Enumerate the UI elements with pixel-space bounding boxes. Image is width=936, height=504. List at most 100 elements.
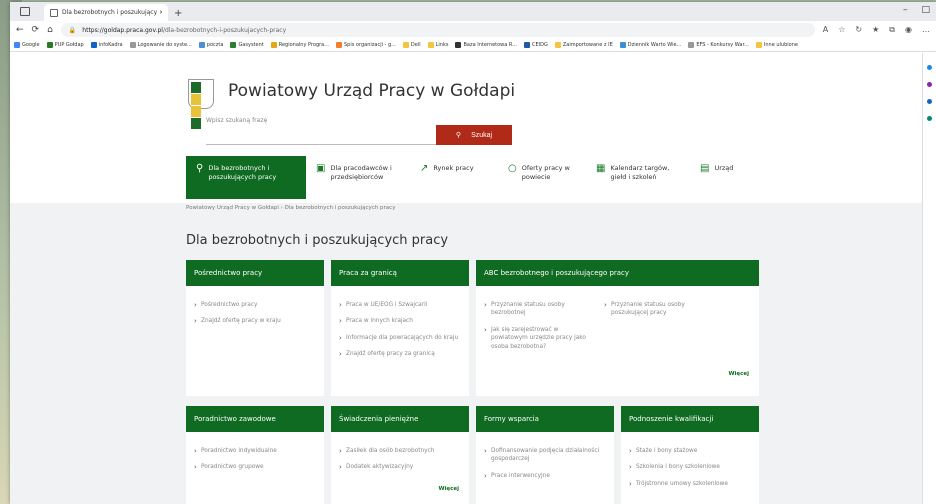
edge-sidebar [922, 53, 936, 504]
search-icon: ⚲ [455, 132, 462, 139]
card-title[interactable]: Poradnictwo zawodowe [186, 406, 324, 432]
nav-item-employers[interactable]: ▣ Dla pracodawców i przedsiębiorców [306, 156, 410, 199]
bookmark-item[interactable]: Google [14, 42, 40, 48]
sidebar-search-icon[interactable] [927, 65, 932, 70]
bookmark-item[interactable]: Spis organizacji - g... [336, 42, 396, 48]
lock-icon: 🔒 [68, 26, 77, 34]
list-item[interactable]: Trójstronne umowy szkoleniowe [629, 479, 751, 490]
card-placement: Pośrednictwo pracy Pośrednictwo pracy Zn… [186, 260, 324, 396]
list-item[interactable]: Prace interwencyjne [484, 471, 606, 482]
list-item[interactable]: Informacje dla powracających do kraju [339, 333, 461, 344]
bookmark-item[interactable]: poczta [198, 42, 223, 48]
url-text: https://goldap.praca.gov.pl/dla-bezrobot… [82, 26, 287, 34]
card-title[interactable]: ABC bezrobotnego i poszukującego pracy [476, 260, 759, 286]
bookmark-item[interactable]: CEIDG [523, 42, 548, 48]
toolbar-actions: A ☆ ↻ ★ ⧉ ◉ … [823, 25, 930, 35]
list-item[interactable]: Szkolenia i bony szkoleniowe [629, 462, 751, 473]
nav-label: Urząd [714, 164, 734, 172]
more-link[interactable]: Więcej [438, 486, 459, 492]
bookmark-item[interactable]: EFS - Konkursy War... [688, 42, 749, 48]
nav-item-unemployed[interactable]: ⚲ Dla bezrobotnych i poszukujących pracy [186, 156, 306, 199]
collections-icon[interactable]: ⧉ [889, 25, 895, 35]
bookmark-item[interactable]: Dziennik Warto Wie... [619, 42, 681, 48]
refresh-page-icon[interactable]: ↻ [855, 25, 862, 35]
nav-label: przedsiębiorców [330, 173, 384, 182]
list-item[interactable]: Poradnictwo indywidualne [194, 446, 316, 457]
list-item[interactable]: Przyznanie statusu osoby bezrobotnej [484, 300, 588, 318]
search-label: Wpisz szukaną frazę [206, 117, 268, 124]
card-career-counseling: Poradnictwo zawodowe Poradnictwo indywid… [186, 406, 324, 504]
nav-label: giełd i szkoleń [610, 173, 657, 182]
nav-item-labour-market[interactable]: ↗ Rynek pracy [410, 156, 498, 199]
nav-label: Dla pracodawców i [330, 164, 392, 172]
read-aloud-icon[interactable]: A [823, 25, 828, 35]
bookmark-item[interactable]: Inne ulubione [755, 42, 798, 48]
list-item[interactable]: Jak się zarejestrować w powiatowym urzęd… [484, 325, 588, 351]
nav-item-office[interactable]: ▤ Urząd [690, 156, 750, 199]
site-title[interactable]: Powiatowy Urząd Pracy w Gołdapi [228, 81, 515, 101]
refresh-icon[interactable]: ⟳ [32, 25, 40, 35]
page-title: Dla bezrobotnych i poszukujących pracy [186, 233, 449, 248]
bookmark-item[interactable]: Zaimportowane z IE [554, 42, 613, 48]
browser-tab[interactable]: Dla bezrobotnych i poszukujący × [44, 4, 168, 21]
profile-icon[interactable]: ◉ [905, 25, 912, 35]
card-title[interactable]: Podnoszenie kwalifikacji [621, 406, 759, 432]
search-button[interactable]: ⚲ Szukaj [436, 125, 512, 145]
tab-strip: Dla bezrobotnych i poszukujący × + – □ [10, 2, 936, 21]
sidebar-tools-icon[interactable] [927, 99, 932, 104]
bookmark-item[interactable]: Baza Internetowa R... [455, 42, 517, 48]
card-title[interactable]: Świadczenia pieniężne [331, 406, 469, 432]
list-item[interactable]: Praca w UE/EOG i Szwajcarii [339, 300, 461, 311]
list-item[interactable]: Przyznanie statusu osoby poszukującej pr… [604, 300, 713, 318]
bookmark-item[interactable]: PUP Gołdap [46, 42, 84, 48]
favorites-icon[interactable]: ★ [872, 25, 879, 35]
home-icon[interactable]: ⌂ [47, 25, 53, 35]
window-menu-icon[interactable] [20, 7, 30, 16]
window-controls: – □ [903, 5, 930, 15]
back-icon[interactable]: ← [16, 25, 24, 35]
sidebar-office-icon[interactable] [927, 116, 932, 121]
search-input[interactable] [206, 127, 436, 145]
bookmark-item[interactable]: Regionalny Progra... [270, 42, 329, 48]
list-item[interactable]: Poradnictwo grupowe [194, 462, 316, 473]
list-item[interactable]: Staże i bony stażowe [629, 446, 751, 457]
calendar-icon: ▦ [596, 163, 606, 174]
card-title[interactable]: Praca za granicą [331, 260, 469, 286]
card-title[interactable]: Pośrednictwo pracy [186, 260, 324, 286]
more-menu-icon[interactable]: … [922, 25, 930, 35]
site-header: Powiatowy Urząd Pracy w Gołdapi Wpisz sz… [10, 53, 922, 203]
search-icon: ○ [508, 163, 517, 174]
nav-label: Dla bezrobotnych i [208, 164, 270, 172]
list-item[interactable]: Praca w innych krajach [339, 316, 461, 327]
bookmark-item[interactable]: Gasystent [230, 42, 264, 48]
favorite-star-icon[interactable]: ☆ [838, 25, 845, 35]
card-title[interactable]: Formy wsparcia [476, 406, 614, 432]
address-bar[interactable]: 🔒 https://goldap.praca.gov.pl/dla-bezrob… [60, 23, 815, 37]
list-item[interactable]: Dodatek aktywizacyjny [339, 462, 461, 473]
list-item[interactable]: Znajdź ofertę pracy za granicą [339, 349, 461, 360]
list-item[interactable]: Zasiłek dla osób bezrobotnych [339, 446, 461, 457]
coat-of-arms-logo[interactable] [188, 79, 214, 129]
more-link[interactable]: Więcej [728, 371, 749, 377]
maximize-icon[interactable]: □ [921, 5, 930, 15]
nav-item-job-offers[interactable]: ○ Oferty pracy w powiecie [498, 156, 586, 199]
bookmark-item[interactable]: Links [427, 42, 448, 48]
bookmark-item[interactable]: Logowanie do syste... [129, 42, 192, 48]
new-tab-icon[interactable]: + [174, 8, 182, 19]
card-support-forms: Formy wsparcia Dofinansowanie podjęcia d… [476, 406, 614, 504]
list-item[interactable]: Znajdź ofertę pracy w kraju [194, 316, 316, 327]
nav-label: Oferty pracy w [521, 164, 570, 172]
person-icon: ⚲ [196, 163, 204, 174]
minimize-icon[interactable]: – [903, 5, 908, 15]
nav-item-calendar[interactable]: ▦ Kalendarz targów, giełd i szkoleń [586, 156, 690, 199]
breadcrumb[interactable]: Powiatowy Urząd Pracy w Gołdapi › Dla be… [186, 205, 395, 211]
bookmark-item[interactable]: Dell [402, 42, 421, 48]
list-item[interactable]: Pośrednictwo pracy [194, 300, 316, 311]
bookmark-item[interactable]: infoKadra [90, 42, 123, 48]
sidebar-shopping-icon[interactable] [927, 82, 932, 87]
card-abc: ABC bezrobotnego i poszukującego pracy P… [476, 260, 759, 396]
chart-icon: ↗ [420, 163, 429, 174]
nav-label: powiecie [521, 173, 551, 182]
card-work-abroad: Praca za granicą Praca w UE/EOG i Szwajc… [331, 260, 469, 396]
list-item[interactable]: Dofinansowanie podjęcia działalności gos… [484, 446, 606, 464]
